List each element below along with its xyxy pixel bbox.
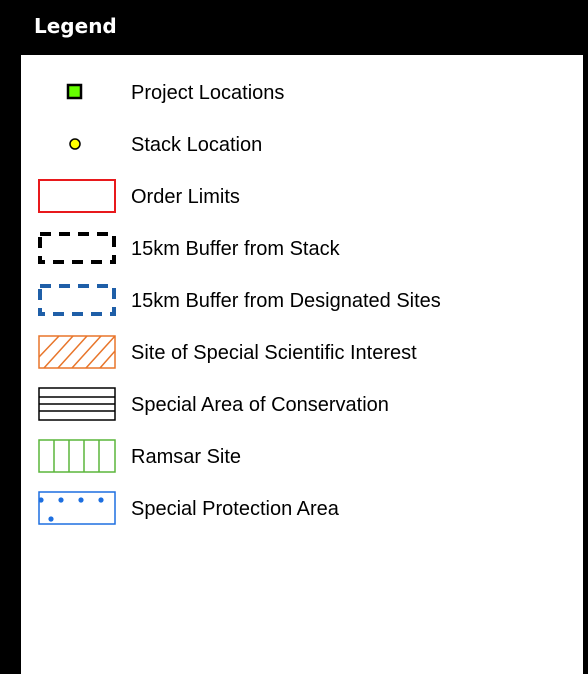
legend-item-ramsar: Ramsar Site <box>21 437 581 477</box>
legend-frame: Legend Project Locations Stack Location <box>0 0 588 674</box>
legend-label: 15km Buffer from Designated Sites <box>131 290 441 312</box>
legend-item-buffer-stack: 15km Buffer from Stack <box>21 229 581 269</box>
blue-dashed-box-icon <box>38 283 116 317</box>
green-square-icon <box>38 75 116 109</box>
legend-header: Legend <box>0 0 588 55</box>
legend-label: Special Area of Conservation <box>131 394 389 416</box>
legend-item-sac: Special Area of Conservation <box>21 385 581 425</box>
legend-item-buffer-designated: 15km Buffer from Designated Sites <box>21 281 581 321</box>
legend-panel: Project Locations Stack Location Order L… <box>21 55 583 674</box>
legend-label: Special Protection Area <box>131 498 339 520</box>
green-vertical-lines-box-icon <box>38 439 116 473</box>
legend-item-spa: Special Protection Area <box>21 489 581 529</box>
legend-item-project-locations: Project Locations <box>21 73 581 113</box>
legend-title: Legend <box>34 14 117 38</box>
legend-label: Site of Special Scientific Interest <box>131 342 417 364</box>
legend-label: Ramsar Site <box>131 446 242 468</box>
legend-item-order-limits: Order Limits <box>21 177 581 217</box>
red-outline-box-icon <box>38 179 116 213</box>
black-dashed-box-icon <box>38 231 116 265</box>
legend-label: Project Locations <box>131 82 285 104</box>
legend-item-stack-location: Stack Location <box>21 125 581 165</box>
black-horizontal-lines-box-icon <box>38 387 116 421</box>
blue-dotted-box-icon <box>38 491 116 525</box>
yellow-circle-icon <box>38 127 116 161</box>
legend-label: Stack Location <box>131 134 263 156</box>
legend-label: Order Limits <box>131 186 240 208</box>
legend-label: 15km Buffer from Stack <box>131 238 340 260</box>
legend-item-sssi: Site of Special Scientific Interest <box>21 333 581 373</box>
orange-hatched-box-icon <box>38 335 116 369</box>
